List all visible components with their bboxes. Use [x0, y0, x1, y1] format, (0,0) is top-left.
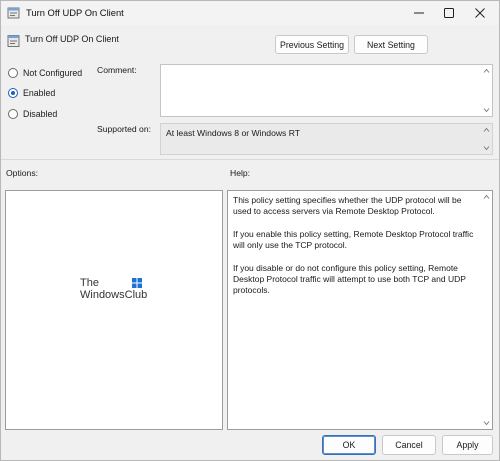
options-label: Options:	[6, 168, 39, 178]
close-icon	[475, 8, 485, 18]
options-pane	[5, 190, 223, 430]
scroll-up-icon	[483, 127, 490, 132]
section-divider	[1, 159, 499, 160]
supported-on-label: Supported on:	[97, 124, 151, 134]
policy-setting-icon	[7, 34, 21, 48]
radio-button[interactable]	[8, 68, 18, 78]
windows-logo-icon	[132, 278, 142, 288]
watermark-logo: The WindowsClub	[80, 277, 150, 307]
radio-label: Not Configured	[23, 68, 83, 78]
supported-on-field[interactable]: At least Windows 8 or Windows RT	[160, 123, 493, 155]
scroll-up-icon	[483, 68, 490, 73]
comment-field[interactable]	[160, 64, 493, 117]
cancel-button[interactable]: Cancel	[382, 435, 436, 455]
scroll-down-icon	[483, 108, 490, 113]
help-scrollbar[interactable]	[481, 191, 492, 429]
scroll-down-icon	[483, 421, 490, 426]
comment-scrollbar[interactable]	[481, 65, 492, 116]
policy-name: Turn Off UDP On Client	[25, 34, 119, 44]
apply-button[interactable]: Apply	[442, 435, 493, 455]
help-pane[interactable]: This policy setting specifies whether th…	[227, 190, 493, 430]
radio-button[interactable]	[8, 109, 18, 119]
radio-button[interactable]	[8, 88, 18, 98]
title-bar[interactable]: Turn Off UDP On Client	[1, 1, 499, 25]
radio-label: Disabled	[23, 109, 58, 119]
minimize-icon	[414, 8, 424, 18]
close-button[interactable]	[464, 1, 496, 25]
help-paragraph: If you enable this policy setting, Remot…	[233, 228, 474, 251]
scroll-up-icon	[483, 194, 490, 199]
maximize-button[interactable]	[433, 1, 465, 25]
supported-scrollbar[interactable]	[481, 124, 492, 154]
next-setting-button[interactable]: Next Setting	[354, 35, 428, 54]
comment-label: Comment:	[97, 65, 137, 75]
maximize-icon	[444, 8, 454, 18]
policy-icon	[7, 6, 21, 20]
help-text: This policy setting specifies whether th…	[233, 195, 478, 308]
watermark-line1: The	[80, 277, 99, 289]
help-paragraph: If you disable or do not configure this …	[233, 262, 466, 296]
supported-on-value: At least Windows 8 or Windows RT	[166, 128, 301, 138]
policy-dialog: Turn Off UDP On Client Turn Off UDP On C…	[0, 0, 500, 461]
radio-label: Enabled	[23, 88, 56, 98]
window-title: Turn Off UDP On Client	[26, 7, 124, 18]
radio-enabled[interactable]: Enabled	[8, 88, 55, 98]
radio-disabled[interactable]: Disabled	[8, 109, 57, 119]
scroll-down-icon	[483, 146, 490, 151]
previous-setting-button[interactable]: Previous Setting	[275, 35, 349, 54]
radio-not-configured[interactable]: Not Configured	[8, 68, 82, 78]
ok-button[interactable]: OK	[322, 435, 376, 455]
watermark-line2: WindowsClub	[80, 289, 148, 301]
help-label: Help:	[230, 168, 251, 178]
help-paragraph: This policy setting specifies whether th…	[233, 195, 462, 217]
minimize-button[interactable]	[403, 1, 435, 25]
